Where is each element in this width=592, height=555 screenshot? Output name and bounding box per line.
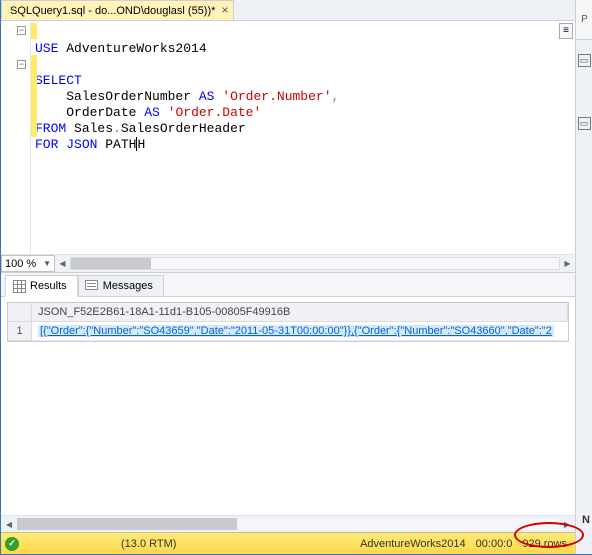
editor-hscrollbar[interactable]: ◀ ▶ [55,255,575,272]
results-pane: Results Messages JSON_F52E2B61-18A1-11d1… [1,273,575,554]
editor-body[interactable]: − − USE AdventureWorks2014 SELECT SalesO… [1,21,575,254]
alias-order-number: 'Order.Number' [222,89,331,104]
grid-icon [12,279,26,293]
tab-results[interactable]: Results [5,275,78,297]
column-header[interactable]: JSON_F52E2B61-18A1-11d1-B105-00805F49916… [32,303,568,322]
empty-line [35,153,43,168]
status-version: (13.0 RTM) [117,537,180,551]
query-success-icon: ✓ [5,537,19,551]
dot: . [113,121,121,136]
results-tabstrip: Results Messages [1,273,575,297]
tab-messages[interactable]: Messages [78,275,164,297]
sql-editor: − − USE AdventureWorks2014 SELECT SalesO… [1,21,575,273]
code-area[interactable]: USE AdventureWorks2014 SELECT SalesOrder… [31,21,575,254]
db-name: AdventureWorks2014 [66,41,206,56]
kw-from: FROM [35,121,66,136]
kw-use: USE [35,41,58,56]
kw-json: JSON [66,137,97,152]
close-icon[interactable]: × [221,4,228,18]
table-salesorderheader: SalesOrderHeader [121,121,246,136]
main-column: SQLQuery1.sql - do...OND\douglasl (55))*… [1,0,575,554]
fold-marker[interactable]: − [17,26,26,35]
results-grid[interactable]: JSON_F52E2B61-18A1-11d1-B105-00805F49916… [7,302,569,342]
scroll-left-icon[interactable]: ◀ [56,257,69,270]
document-tab-strip: SQLQuery1.sql - do...OND\douglasl (55))*… [1,0,575,21]
col-salesordernumber: SalesOrderNumber [66,89,191,104]
scroll-right-icon[interactable]: ▶ [561,257,574,270]
scroll-left-icon[interactable]: ◀ [1,520,17,529]
annotation-n: N [582,514,590,526]
tab-results-label: Results [30,280,67,292]
result-cell[interactable]: [{"Order":{"Number":"SO43659","Date":"20… [32,322,568,341]
status-login [182,543,262,545]
results-grid-wrap: JSON_F52E2B61-18A1-11d1-B105-00805F49916… [1,297,575,515]
messages-icon [85,279,99,293]
kw-select: SELECT [35,73,82,88]
zoom-value: 100 % [5,258,36,270]
alias-order-date: 'Order.Date' [168,105,262,120]
grid-header-row: JSON_F52E2B61-18A1-11d1-B105-00805F49916… [8,303,568,322]
editor-footer: 100 % ▼ ◀ ▶ [1,254,575,272]
scroll-thumb[interactable] [71,258,151,269]
status-database: AdventureWorks2014 [356,537,470,551]
row-number: 1 [8,322,32,341]
panel-glyph-1[interactable]: ▭ [578,54,591,67]
status-server [25,543,115,545]
scroll-track[interactable] [17,518,559,530]
table-row[interactable]: 1 [{"Order":{"Number":"SO43659","Date":"… [8,322,568,341]
rownum-header [8,303,32,322]
status-bar: ✓ (13.0 RTM) AdventureWorks2014 00:00:0 … [1,532,575,554]
side-panel-strip: P ▭ ▭ [575,0,592,554]
tab-messages-label: Messages [103,280,153,292]
kw-as: AS [199,89,215,104]
document-tab-title: SQLQuery1.sql - do...OND\douglasl (55))* [10,5,215,17]
scroll-thumb[interactable] [17,518,237,530]
status-elapsed: 00:00:0 [472,537,517,551]
results-hscrollbar[interactable]: ◀ ▶ [1,515,575,532]
scroll-right-icon[interactable]: ▶ [559,520,575,529]
kw-as: AS [144,105,160,120]
json-result-link[interactable]: [{"Order":{"Number":"SO43659","Date":"20… [38,325,554,337]
col-orderdate: OrderDate [66,105,136,120]
fold-marker[interactable]: − [17,60,26,69]
collapsed-panel-tab[interactable]: P [576,0,592,40]
editor-gutter: − − [1,21,31,254]
chevron-down-icon[interactable]: ▼ [43,259,51,268]
schema-sales: Sales [74,121,113,136]
document-tab[interactable]: SQLQuery1.sql - do...OND\douglasl (55))*… [1,0,234,20]
path-text: PATH [105,137,136,152]
split-handle-icon[interactable]: ≡ [559,23,573,39]
text-caret [136,137,137,151]
status-rowcount: 929 rows [518,537,571,551]
zoom-combobox[interactable]: 100 % ▼ [1,255,55,272]
panel-glyph-2[interactable]: ▭ [578,117,591,130]
kw-for: FOR [35,137,58,152]
